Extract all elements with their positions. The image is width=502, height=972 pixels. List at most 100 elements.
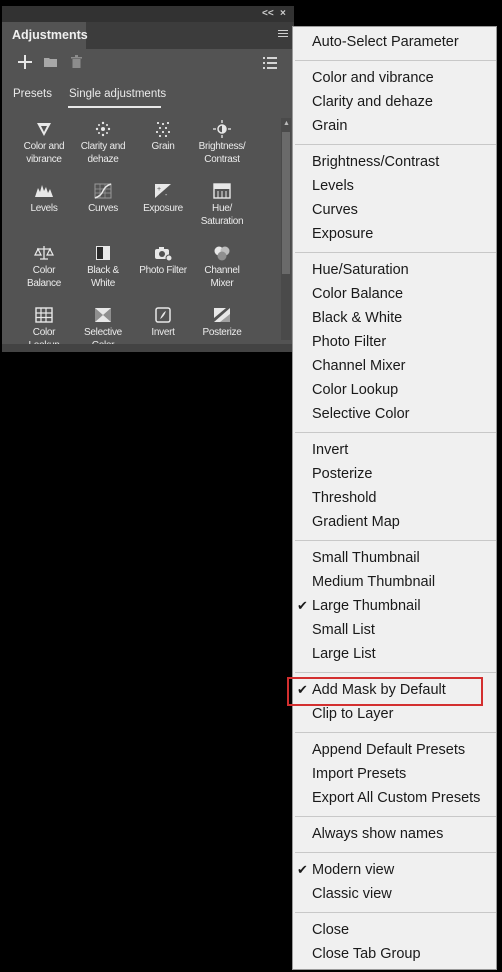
menu-item-clip-to-layer[interactable]: Clip to Layer [293, 703, 496, 727]
sparkle-icon [95, 121, 111, 137]
menu-item-levels[interactable]: Levels [293, 175, 496, 199]
menu-item-label: Large List [312, 646, 376, 662]
highlight-box [287, 677, 483, 706]
list-view-icon[interactable] [263, 57, 277, 69]
panel-flyout-menu: Auto-Select Parameter Color and vibrance C… [292, 26, 497, 970]
menu-item-threshold[interactable]: Threshold [293, 487, 496, 511]
subtab-presets[interactable]: Presets [13, 88, 52, 100]
menu-item-label: Clip to Layer [312, 706, 394, 722]
menu-item-grain[interactable]: Grain [293, 115, 496, 139]
adjustment-levels[interactable]: Levels [12, 182, 76, 215]
menu-item-selective-color[interactable]: Selective Color [293, 403, 496, 427]
menu-separator [295, 732, 496, 733]
menu-item-label: Black & White [312, 310, 403, 326]
menu-item-color-and-vibrance[interactable]: Color and vibrance [293, 67, 496, 91]
menu-item-auto-select-parameter[interactable]: Auto-Select Parameter [293, 31, 496, 55]
trash-icon[interactable] [71, 55, 82, 68]
vertical-scrollbar[interactable]: ▲ [281, 118, 291, 340]
panel-toolbar [2, 49, 294, 79]
adjustment-brightness-contrast[interactable]: Brightness/Contrast [190, 120, 254, 166]
menu-item-label: Small List [312, 622, 375, 638]
menu-item-color-balance[interactable]: Color Balance [293, 283, 496, 307]
adjustment-label: Brightness/Contrast [198, 141, 246, 165]
checkmark-icon: ✔ [297, 598, 308, 613]
menu-item-label: Color Lookup [312, 382, 399, 398]
adjustment-hue-saturation[interactable]: Hue/Saturation [190, 182, 254, 228]
adjustment-label: Grain [151, 141, 175, 152]
menu-item-large-list[interactable]: Large List [293, 643, 496, 667]
menu-item-medium-thumbnail[interactable]: Medium Thumbnail [293, 571, 496, 595]
scrollbar-thumb[interactable] [282, 132, 290, 274]
adjustment-label: Black & White [87, 265, 119, 289]
menu-item-exposure[interactable]: Exposure [293, 223, 496, 247]
adjustment-exposure[interactable]: + - Exposure [131, 182, 195, 215]
invert-icon [155, 307, 171, 323]
menu-item-clarity-and-dehaze[interactable]: Clarity and dehaze [293, 91, 496, 115]
subtab-single-adjustments[interactable]: Single adjustments [69, 88, 166, 100]
panel-menu-icon[interactable] [278, 30, 288, 39]
black-white-icon [96, 246, 110, 260]
adjustment-label: Posterize [202, 327, 242, 338]
menu-item-color-lookup[interactable]: Color Lookup [293, 379, 496, 403]
menu-item-modern-view[interactable]: ✔ Modern view [293, 859, 496, 883]
adjustment-label: Invert [151, 327, 175, 338]
menu-item-gradient-map[interactable]: Gradient Map [293, 511, 496, 535]
menu-item-small-list[interactable]: Small List [293, 619, 496, 643]
tab-adjustments[interactable]: Adjustments [2, 22, 88, 49]
menu-separator [295, 60, 496, 61]
adjustment-posterize[interactable]: Posterize [190, 306, 254, 339]
menu-item-posterize[interactable]: Posterize [293, 463, 496, 487]
menu-item-always-show-names[interactable]: Always show names [293, 823, 496, 847]
menu-item-black-white[interactable]: Black & White [293, 307, 496, 331]
adjustment-color-balance[interactable]: Color Balance [12, 244, 76, 290]
adjustment-curves[interactable]: Curves [71, 182, 135, 215]
menu-item-invert[interactable]: Invert [293, 439, 496, 463]
scroll-up-icon[interactable]: ▲ [283, 120, 290, 127]
adjustment-channel-mixer[interactable]: Channel Mixer [190, 244, 254, 290]
menu-item-label: Threshold [312, 490, 377, 506]
adjustment-photo-filter[interactable]: Photo Filter [131, 244, 195, 277]
collapse-icon[interactable]: << [262, 7, 274, 21]
adjustment-color-and-vibrance[interactable]: Color and vibrance [12, 120, 76, 166]
menu-item-label: Photo Filter [312, 334, 387, 350]
menu-item-channel-mixer[interactable]: Channel Mixer [293, 355, 496, 379]
menu-item-large-thumbnail[interactable]: ✔ Large Thumbnail [293, 595, 496, 619]
adjustment-label: Curves [88, 203, 118, 214]
adjustment-selective-color[interactable]: SelectiveColor [71, 306, 135, 344]
menu-item-label: Always show names [312, 826, 444, 842]
menu-item-close-tab-group[interactable]: Close Tab Group [293, 943, 496, 967]
add-icon[interactable] [18, 55, 32, 69]
adjustment-grain[interactable]: Grain [131, 120, 195, 153]
menu-item-label: Color and vibrance [312, 70, 434, 86]
menu-item-label: Gradient Map [312, 514, 400, 530]
menu-item-hue-saturation[interactable]: Hue/Saturation [293, 259, 496, 283]
menu-item-label: Modern view [312, 862, 395, 878]
active-subtab-underline [68, 106, 161, 108]
exposure-icon: +- [155, 184, 171, 199]
adjustment-clarity-and-dehaze[interactable]: Clarity and dehaze [71, 120, 135, 166]
menu-item-curves[interactable]: Curves [293, 199, 496, 223]
horizontal-scrollbar[interactable] [2, 344, 294, 352]
adjustment-invert[interactable]: Invert [131, 306, 195, 339]
menu-item-small-thumbnail[interactable]: Small Thumbnail [293, 547, 496, 571]
menu-item-append-default-presets[interactable]: Append Default Presets [293, 739, 496, 763]
menu-separator [295, 540, 496, 541]
adjustment-color-lookup[interactable]: ColorLookup [12, 306, 76, 344]
menu-item-export-all-custom-presets[interactable]: Export All Custom Presets [293, 787, 496, 811]
menu-item-classic-view[interactable]: Classic view [293, 883, 496, 907]
adjustment-black-white[interactable]: Black & White [71, 244, 135, 290]
menu-separator [295, 144, 496, 145]
adjustments-grid: Color and vibrance Clarity and dehaze Grain B… [8, 116, 278, 344]
menu-separator [295, 816, 496, 817]
subtabs: Presets Single adjustments [2, 82, 294, 112]
folder-icon[interactable] [44, 56, 58, 68]
triangle-icon [37, 123, 51, 136]
menu-separator [295, 252, 496, 253]
menu-item-import-presets[interactable]: Import Presets [293, 763, 496, 787]
menu-item-photo-filter[interactable]: Photo Filter [293, 331, 496, 355]
adjustment-label: Photo Filter [139, 265, 187, 276]
close-panel-icon[interactable]: × [280, 7, 286, 21]
posterize-icon [214, 308, 230, 322]
menu-item-close[interactable]: Close [293, 919, 496, 943]
menu-item-brightness-contrast[interactable]: Brightness/Contrast [293, 151, 496, 175]
